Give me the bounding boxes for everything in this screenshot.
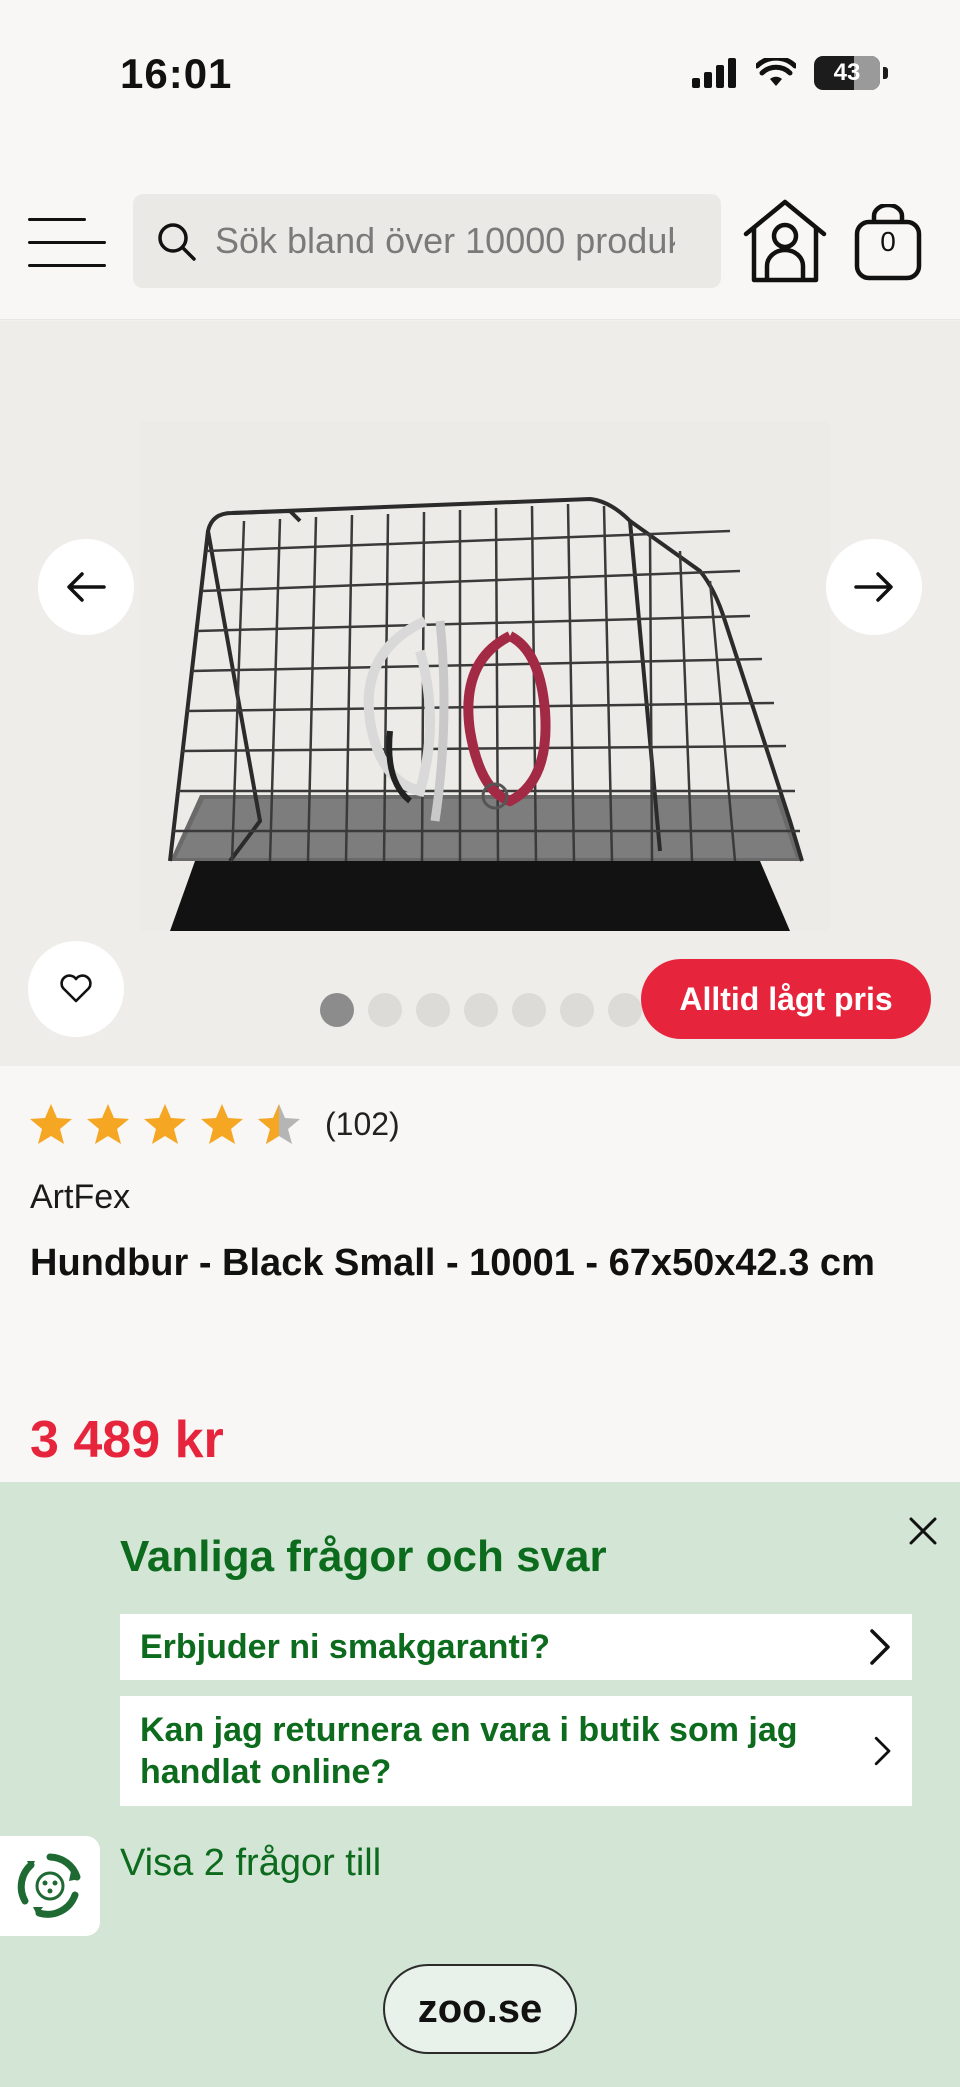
dog-house-icon	[743, 199, 827, 283]
cart-count: 0	[880, 226, 896, 257]
menu-line-icon	[28, 241, 106, 244]
pagination-dot[interactable]	[608, 993, 642, 1027]
status-bar: 16:01 43	[0, 0, 960, 160]
pagination-dot[interactable]	[464, 993, 498, 1027]
product-brand[interactable]: ArtFex	[30, 1178, 130, 1217]
menu-line-icon	[28, 218, 86, 221]
heart-icon	[60, 974, 92, 1003]
faq-panel: Vanliga frågor och svar Erbjuder ni smak…	[0, 1482, 960, 2087]
star-full-icon	[87, 1104, 129, 1144]
browser-url[interactable]: zoo.se	[383, 1964, 577, 2054]
search-icon	[158, 223, 196, 261]
battery-level: 43	[833, 59, 861, 86]
menu-button[interactable]	[28, 218, 106, 268]
site-header: 0	[0, 160, 960, 320]
arrow-right-icon	[854, 572, 893, 602]
pagination-dot[interactable]	[368, 993, 402, 1027]
feedback-widget[interactable]	[0, 1836, 100, 1936]
chevron-right-icon	[870, 1629, 890, 1665]
image-pagination	[320, 993, 642, 1027]
pagination-dot[interactable]	[320, 993, 354, 1027]
faq-item[interactable]: Kan jag returnera en vara i butik som ja…	[120, 1696, 912, 1806]
battery-icon: 43	[814, 56, 888, 90]
star-full-icon	[144, 1104, 186, 1144]
arrow-left-icon	[67, 572, 106, 602]
product-gallery: Alltid lågt pris	[0, 321, 960, 1066]
wifi-icon	[756, 58, 796, 86]
pagination-dot[interactable]	[560, 993, 594, 1027]
product-image[interactable]	[140, 421, 830, 931]
faq-question: Kan jag returnera en vara i butik som ja…	[140, 1711, 798, 1791]
previous-image-button[interactable]	[38, 539, 134, 635]
pagination-dot[interactable]	[416, 993, 450, 1027]
faq-question: Erbjuder ni smakgaranti?	[140, 1628, 550, 1666]
search-input[interactable]	[215, 220, 675, 262]
show-more-questions-link[interactable]: Visa 2 frågor till	[120, 1842, 381, 1885]
next-image-button[interactable]	[826, 539, 922, 635]
search-box[interactable]	[133, 194, 721, 288]
status-icons: 43	[692, 56, 888, 90]
menu-line-icon	[28, 264, 106, 267]
star-full-icon	[201, 1104, 243, 1144]
review-count: (102)	[325, 1105, 400, 1142]
faq-item[interactable]: Erbjuder ni smakgaranti?	[120, 1614, 912, 1680]
my-pages-button[interactable]	[740, 198, 830, 284]
chevron-right-icon	[874, 1736, 891, 1766]
price-badge: Alltid lågt pris	[641, 959, 931, 1039]
product-price: 3 489 kr	[30, 1411, 224, 1469]
star-half-icon	[258, 1104, 300, 1144]
faq-heading: Vanliga frågor och svar	[120, 1532, 607, 1581]
status-time: 16:01	[120, 50, 233, 97]
product-title: Hundbur - Black Small - 10001 - 67x50x42…	[30, 1242, 875, 1284]
rating-stars[interactable]: (102)	[28, 1102, 400, 1146]
cart-button[interactable]: 0	[852, 202, 924, 282]
favorite-button[interactable]	[28, 941, 124, 1037]
star-full-icon	[30, 1104, 72, 1144]
recycle-support-icon	[17, 1853, 81, 1918]
cellular-signal-icon	[692, 58, 736, 88]
pagination-dot[interactable]	[512, 993, 546, 1027]
close-icon[interactable]	[906, 1514, 940, 1548]
